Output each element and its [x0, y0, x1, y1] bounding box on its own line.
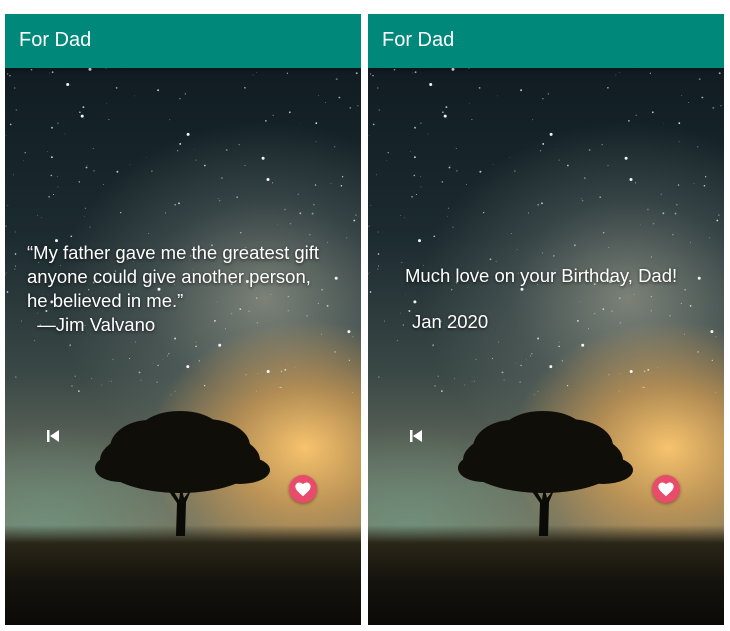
grass-field	[368, 525, 724, 625]
like-button[interactable]	[289, 475, 317, 503]
night-sky-background: Much love on your Birthday, Dad! Jan 202…	[368, 68, 724, 625]
quote-text: “My father gave me the greatest gift any…	[27, 241, 319, 337]
phone-screen-right: For Dad Much love on your Birthday, Dad!…	[368, 14, 724, 625]
tree-silhouette	[458, 411, 633, 536]
night-sky-background: “My father gave me the greatest gift any…	[5, 68, 361, 625]
previous-button[interactable]	[45, 428, 61, 444]
birthday-message: Much love on your Birthday, Dad! Jan 202…	[405, 264, 677, 334]
app-bar: For Dad	[368, 14, 724, 68]
quote-line: anyone could give another person,	[27, 266, 311, 287]
phone-screen-left: For Dad “My father gave me the greatest …	[5, 14, 361, 625]
tree-silhouette	[95, 411, 270, 536]
previous-button[interactable]	[408, 428, 424, 444]
message-line: Much love on your Birthday, Dad!	[405, 265, 678, 286]
quote-line: he believed in me.”	[27, 290, 184, 311]
like-button[interactable]	[652, 475, 680, 503]
quote-line: “My father gave me the greatest gift	[27, 242, 320, 263]
app-title: For Dad	[382, 29, 455, 51]
quote-author: —Jim Valvano	[27, 314, 156, 335]
heart-icon	[658, 482, 674, 497]
grass-field	[5, 525, 361, 625]
app-title: For Dad	[19, 29, 92, 51]
app-bar: For Dad	[5, 14, 361, 68]
skip-previous-icon	[410, 430, 422, 442]
heart-icon	[295, 482, 311, 497]
message-date: Jan 2020	[412, 311, 489, 332]
skip-previous-icon	[47, 430, 59, 442]
